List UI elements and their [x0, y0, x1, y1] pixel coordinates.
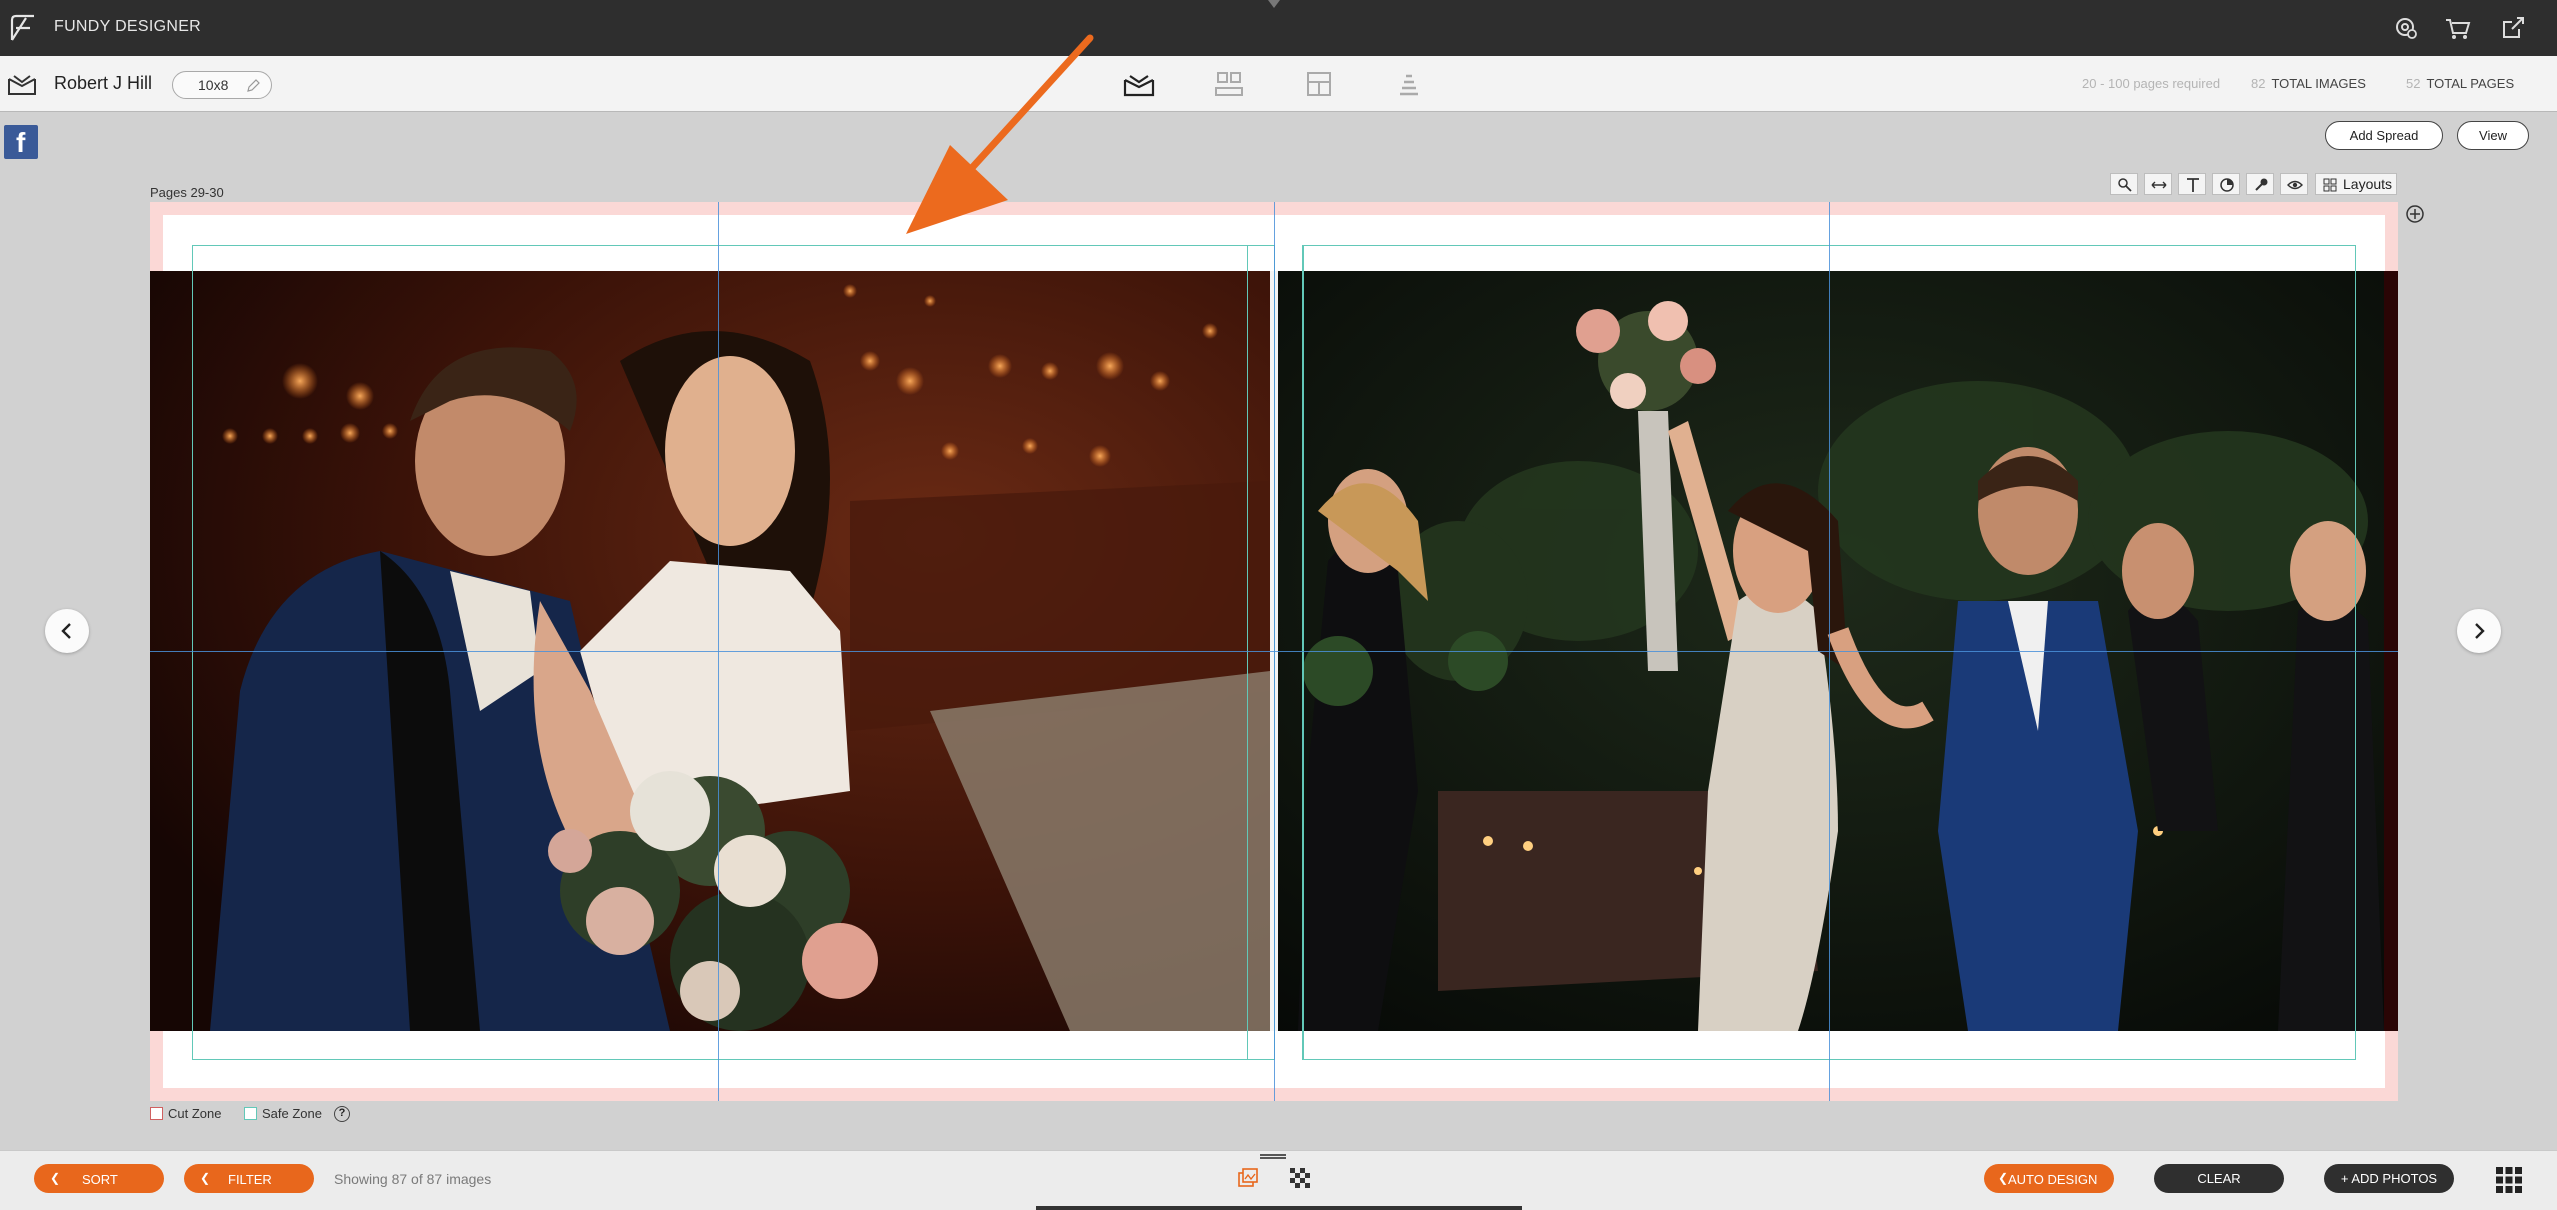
album-size-selector[interactable]: 10x8 — [172, 71, 272, 99]
wall-art-icon[interactable] — [1302, 68, 1336, 100]
stack-icon[interactable] — [1392, 68, 1426, 100]
total-pages-label: TOTAL PAGES — [2426, 76, 2515, 91]
auto-design-label: AUTO DESIGN — [2008, 1172, 2098, 1187]
layouts-label: Layouts — [2343, 176, 2393, 192]
total-images-label: TOTAL IMAGES — [2271, 76, 2366, 91]
drawer-handle-icon[interactable] — [1260, 1154, 1286, 1159]
clear-button[interactable]: CLEAR — [2154, 1164, 2284, 1193]
gutter-safe-zone — [1247, 245, 1303, 1060]
text-tool[interactable] — [2178, 173, 2206, 195]
total-images-count: 82 — [2251, 76, 2266, 91]
chevron-left-icon — [61, 623, 71, 639]
dropdown-notch-icon[interactable] — [1268, 0, 1280, 8]
total-pages-count: 52 — [2406, 76, 2421, 91]
pages-required: 20 - 100 pages required — [2082, 76, 2221, 91]
export-icon[interactable] — [2497, 12, 2529, 44]
pencil-icon — [247, 79, 260, 92]
safe-zone-label: Safe Zone — [262, 1106, 322, 1121]
next-spread-button[interactable] — [2457, 609, 2501, 653]
safe-zone-left — [192, 245, 1275, 1060]
album-toolbar: Robert J Hill 10x8 20 - 100 pages requir… — [0, 56, 2557, 112]
filter-label: FILTER — [228, 1172, 272, 1187]
app-title: FUNDY DESIGNER — [54, 18, 202, 35]
cart-icon[interactable] — [2442, 12, 2474, 44]
layouts-button[interactable]: Layouts — [2315, 173, 2397, 195]
bottom-scroll-indicator — [1036, 1206, 1522, 1210]
text-icon — [2187, 178, 2199, 192]
view-button[interactable]: View — [2457, 121, 2529, 150]
sort-label: SORT — [82, 1172, 118, 1187]
annotation-arrow-icon — [906, 34, 1094, 234]
client-name[interactable]: Robert J Hill — [54, 73, 152, 94]
eyedropper-tool[interactable] — [2246, 173, 2274, 195]
auto-design-button[interactable]: ❮ AUTO DESIGN — [1984, 1164, 2114, 1193]
color-tool[interactable] — [2212, 173, 2240, 195]
add-photos-button[interactable]: + ADD PHOTOS — [2324, 1164, 2454, 1193]
fundy-logo-icon — [10, 14, 34, 41]
total-pages-stat: 52 TOTAL PAGES — [2406, 76, 2514, 91]
add-page-circle-icon[interactable] — [2405, 204, 2425, 224]
previous-spread-button[interactable] — [45, 609, 89, 653]
top-bar: FUNDY DESIGNER — [0, 0, 2557, 56]
color-icon — [2220, 178, 2234, 192]
chevron-right-icon — [2475, 623, 2485, 639]
grid-view-icon[interactable] — [2494, 1165, 2524, 1195]
proof-gallery-icon[interactable] — [1212, 68, 1246, 100]
stacked-photos-icon[interactable] — [1236, 1166, 1260, 1190]
chevron-left-small-icon: ❮ — [1998, 1171, 2009, 1185]
preview-eye-icon — [2287, 180, 2303, 190]
checkerboard-icon[interactable] — [1288, 1166, 1312, 1190]
help-icon[interactable]: ? — [334, 1106, 350, 1122]
total-images-stat: 82 TOTAL IMAGES — [2251, 76, 2366, 91]
cut-zone-label: Cut Zone — [168, 1106, 222, 1121]
swap-tool[interactable] — [2144, 173, 2172, 195]
album-size-label: 10x8 — [198, 77, 229, 93]
eyedropper-icon — [2255, 178, 2268, 191]
chevron-left-small-icon: ❮ — [50, 1171, 61, 1185]
showing-count: Showing 87 of 87 images — [334, 1171, 492, 1187]
safe-zone-checkbox[interactable] — [244, 1107, 257, 1120]
guide-horizontal[interactable] — [150, 651, 2398, 652]
pages-label: Pages 29-30 — [150, 185, 224, 200]
facebook-icon: f — [16, 127, 26, 158]
album-icon[interactable] — [6, 70, 38, 98]
cut-zone-checkbox[interactable] — [150, 1107, 163, 1120]
sort-button[interactable]: ❮ SORT — [34, 1164, 164, 1193]
album-design-icon[interactable] — [1122, 68, 1156, 100]
zoom-icon — [2118, 178, 2132, 192]
layouts-grid-icon — [2323, 178, 2337, 192]
facebook-button[interactable]: f — [4, 125, 38, 159]
filter-button[interactable]: ❮ FILTER — [184, 1164, 314, 1193]
preview-tool[interactable] — [2280, 173, 2308, 195]
add-spread-button[interactable]: Add Spread — [2325, 121, 2443, 150]
settings-gear-icon[interactable] — [2390, 12, 2422, 44]
swap-icon — [2151, 181, 2167, 189]
zoom-tool[interactable] — [2110, 173, 2138, 195]
chevron-left-small-icon: ❮ — [200, 1171, 211, 1185]
